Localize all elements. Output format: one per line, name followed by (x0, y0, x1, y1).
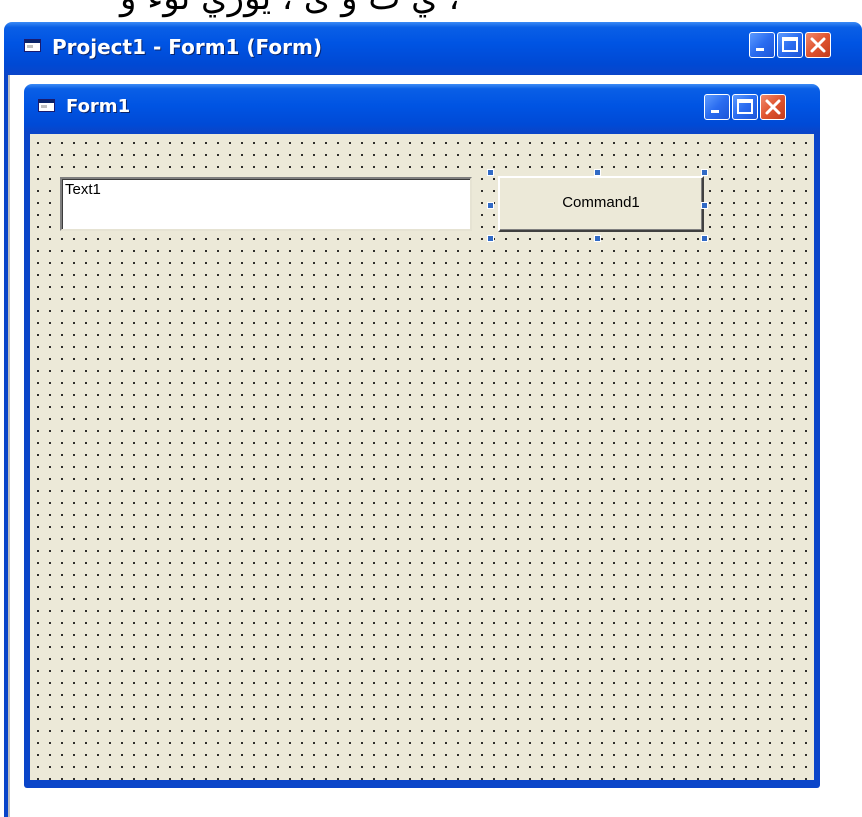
resize-handle-right[interactable] (701, 202, 708, 209)
form1-title-bar[interactable]: Form1 (24, 84, 820, 132)
designer-close-button[interactable] (805, 32, 831, 58)
form1-title: Form1 (66, 96, 131, 117)
resize-handle-top[interactable] (594, 169, 601, 176)
resize-handle-bottom-right[interactable] (701, 235, 708, 242)
minimize-icon (756, 48, 764, 51)
maximize-icon (782, 37, 798, 52)
designer-title: Project1 - Form1 (Form) (52, 35, 322, 59)
resize-handle-top-left[interactable] (487, 169, 494, 176)
close-icon (765, 99, 781, 115)
resize-handle-top-right[interactable] (701, 169, 708, 176)
designer-title-bar[interactable]: Project1 - Form1 (Form) (4, 22, 862, 75)
text1-value: Text1 (65, 181, 101, 198)
command1-label: Command1 (562, 194, 640, 211)
close-icon (810, 37, 826, 53)
form1-maximize-button[interactable] (732, 94, 758, 120)
designer-frame-inner (8, 75, 10, 817)
resize-handle-left[interactable] (487, 202, 494, 209)
command1-button[interactable]: Command1 (498, 176, 704, 232)
form-app-icon[interactable] (38, 99, 56, 113)
form1-close-button[interactable] (760, 94, 786, 120)
minimize-icon (711, 110, 719, 113)
form-app-icon[interactable] (24, 39, 42, 53)
maximize-icon (737, 99, 753, 114)
form1-minimize-button[interactable] (704, 94, 730, 120)
form1-window: Form1 Text1 Command1 (24, 84, 820, 788)
designer-maximize-button[interactable] (777, 32, 803, 58)
top-text: ي ث و ئ ، يوري ئوء و ، (120, 0, 460, 18)
form-design-grid[interactable]: Text1 Command1 (30, 134, 814, 780)
cropped-top-text: ي ث و ئ ، يوري ئوء و ، (0, 0, 862, 22)
designer-minimize-button[interactable] (749, 32, 775, 58)
resize-handle-bottom-left[interactable] (487, 235, 494, 242)
resize-handle-bottom[interactable] (594, 235, 601, 242)
text1-textbox[interactable]: Text1 (60, 177, 472, 231)
